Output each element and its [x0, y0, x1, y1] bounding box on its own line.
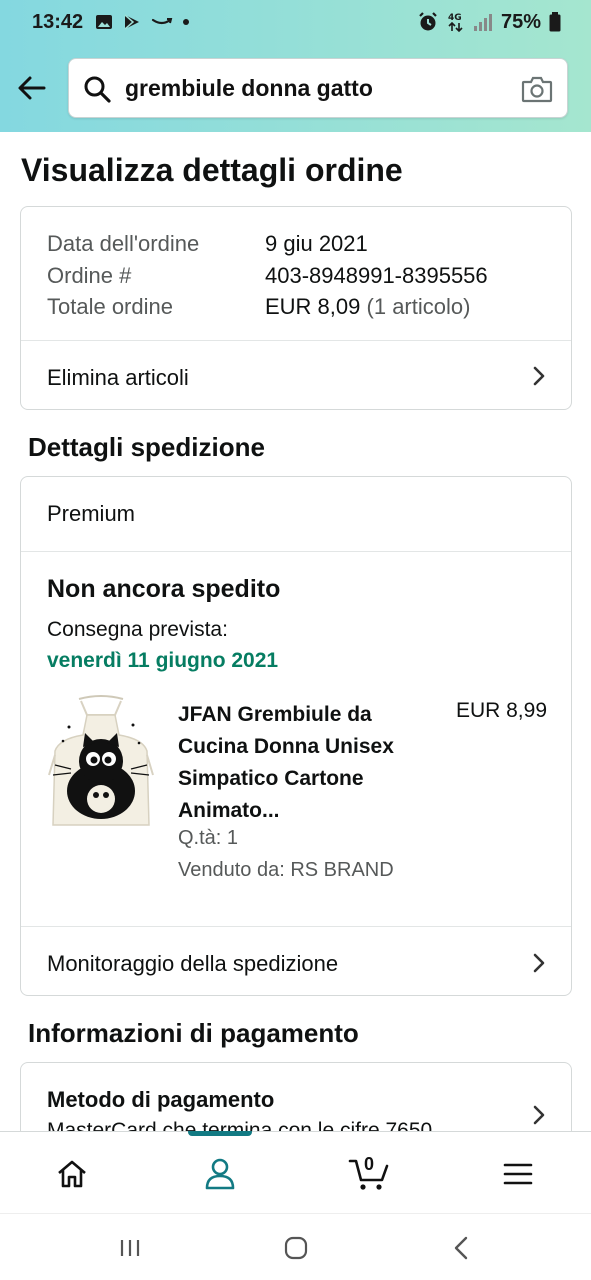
- product-seller: Venduto da: RS BRAND: [178, 859, 394, 881]
- shipping-section-title: Dettagli spedizione: [28, 432, 265, 462]
- cart-count: 0: [364, 1154, 375, 1174]
- home-button-icon[interactable]: [282, 1234, 310, 1262]
- battery-percent: 75%: [500, 10, 541, 33]
- order-summary-card: Data dell'ordine 9 giu 2021 Ordine # 403…: [20, 206, 572, 410]
- account-icon[interactable]: [202, 1156, 238, 1192]
- bottom-navigation: 0: [0, 1131, 591, 1213]
- battery-icon: [549, 12, 561, 32]
- track-shipment-row[interactable]: Monitoraggio della spedizione: [21, 927, 571, 997]
- search-query: grembiule donna gatto: [125, 75, 373, 101]
- order-total-label: Totale ordine: [47, 294, 173, 319]
- shipping-speed: Premium: [47, 501, 136, 526]
- status-time: 13:42: [32, 10, 84, 33]
- more-notifications-dot: [183, 19, 190, 25]
- menu-icon[interactable]: [500, 1156, 536, 1192]
- order-item-count: (1 articolo): [366, 294, 471, 319]
- recent-apps-icon[interactable]: [116, 1234, 144, 1262]
- shipment-status: Non ancora spedito: [47, 575, 281, 603]
- alarm-icon: [419, 12, 437, 31]
- product-title[interactable]: JFAN Grembiule da Cucina Donna Unisex Si…: [178, 699, 428, 827]
- order-total-amount: EUR 8,09: [265, 294, 361, 319]
- search-input[interactable]: grembiule donna gatto: [68, 58, 568, 118]
- app-header: 13:42 4G 75% grembiule donna gatto: [0, 0, 591, 132]
- page-title: Visualizza dettagli ordine: [21, 152, 403, 188]
- delete-items-row[interactable]: Elimina articoli: [21, 341, 571, 410]
- product-price: EUR 8,99: [455, 699, 547, 722]
- delivery-label: Consegna prevista:: [47, 618, 228, 641]
- payment-section-title: Informazioni di pagamento: [28, 1018, 359, 1048]
- divider: [21, 551, 571, 552]
- back-arrow-icon[interactable]: [16, 72, 48, 104]
- delivery-date: venerdì 11 giugno 2021: [47, 649, 279, 672]
- chevron-right-icon: [533, 953, 545, 973]
- track-shipment-label: Monitoraggio della spedizione: [47, 951, 339, 976]
- active-tab-indicator: [188, 1131, 252, 1136]
- chevron-right-icon: [533, 1105, 545, 1125]
- signal-icon: [473, 14, 492, 31]
- product-quantity: Q.tà: 1: [178, 827, 239, 849]
- shipping-card: Premium Non ancora spedito Consegna prev…: [20, 476, 572, 996]
- order-total-value: EUR 8,09 (1 articolo): [265, 294, 470, 320]
- order-number-value: 403-8948991-8395556: [265, 263, 488, 288]
- order-number-label: Ordine #: [47, 263, 132, 288]
- order-date-label: Data dell'ordine: [47, 231, 200, 256]
- payment-method-label: Metodo di pagamento: [47, 1087, 275, 1112]
- chevron-right-icon: [533, 366, 545, 386]
- play-store-icon: [124, 14, 140, 30]
- status-right: 4G 75%: [417, 11, 561, 34]
- order-date-value: 9 giu 2021: [265, 231, 368, 256]
- svg-text:4G: 4G: [448, 13, 462, 23]
- status-bar: 13:42 4G 75%: [0, 0, 591, 44]
- notification-icons: [95, 13, 190, 31]
- network-4g-icon: 4G: [448, 13, 463, 33]
- back-button-icon[interactable]: [448, 1234, 476, 1262]
- amazon-smile-icon: [152, 18, 173, 25]
- gallery-icon: [96, 15, 113, 29]
- search-row: grembiule donna gatto: [0, 56, 591, 120]
- product-image[interactable]: [47, 695, 155, 831]
- search-icon: [84, 76, 111, 103]
- camera-icon[interactable]: [521, 75, 553, 103]
- home-icon[interactable]: [54, 1156, 90, 1192]
- delete-items-label: Elimina articoli: [47, 365, 189, 390]
- system-navigation-bar: [0, 1213, 591, 1280]
